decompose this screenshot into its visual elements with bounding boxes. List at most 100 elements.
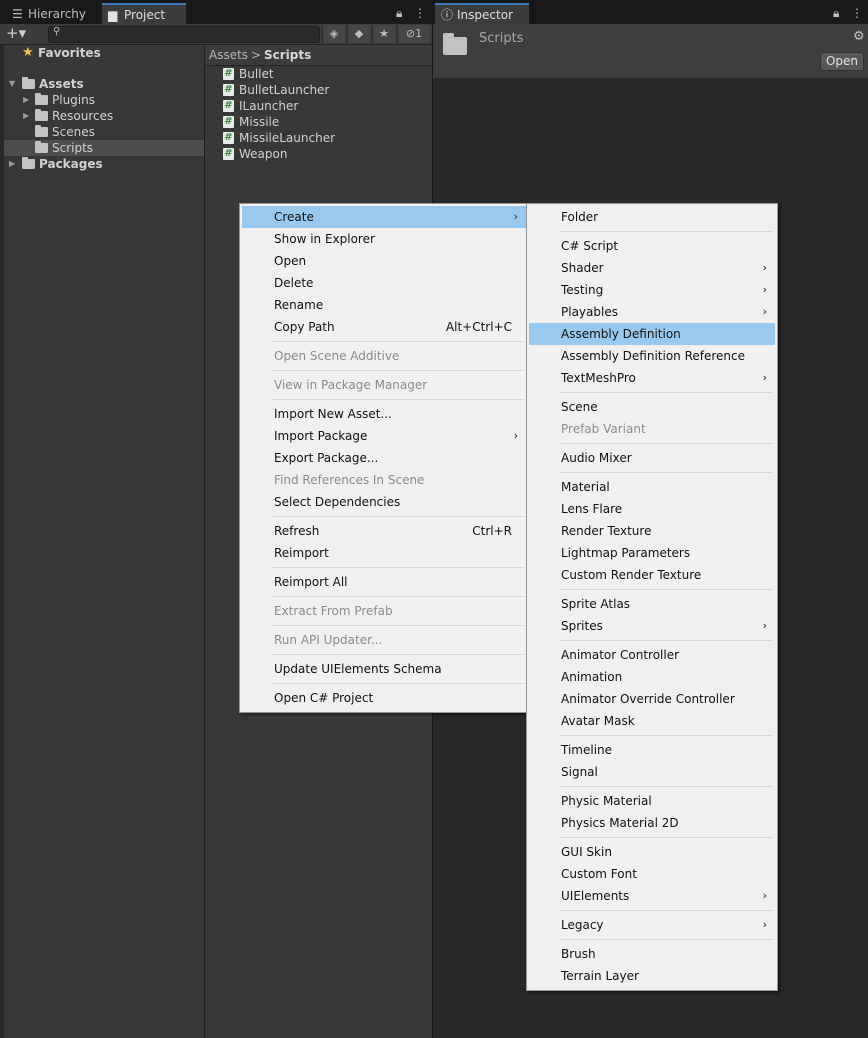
submenu-item-uielements[interactable]: UIElements › [529,885,775,907]
submenu-item-sprites[interactable]: Sprites › [529,615,775,637]
submenu-item-brush[interactable]: Brush [529,943,775,965]
menu-item-create[interactable]: Create › [242,206,526,228]
lock-icon[interactable]: 🔒︎ [833,6,839,21]
inspector-object-name: Scripts [479,31,524,46]
menu-item-run-api-updater: Run API Updater... [274,633,383,647]
menu-item-extract-from-prefab: Extract From Prefab [274,604,393,618]
menu-item-show-in-explorer[interactable]: Show in Explorer [242,228,526,250]
menu-item-open-csharp-project[interactable]: Open C# Project [242,687,526,709]
submenu-item-playables[interactable]: Playables › [529,301,775,323]
tree-item-scenes[interactable]: Scenes [4,124,204,140]
submenu-item-textmeshpro[interactable]: TextMeshPro › [529,367,775,389]
submenu-item-assembly-definition[interactable]: Assembly Definition [529,323,775,345]
search-by-type-icon[interactable]: ◈ [322,25,345,43]
submenu-item-assembly-definition-reference[interactable]: Assembly Definition Reference [529,345,775,367]
submenu-item-physics-material-2d[interactable]: Physics Material 2D [529,812,775,834]
submenu-item-animator-controller[interactable]: Animator Controller [529,644,775,666]
search-by-label-icon[interactable]: ◆ [347,25,370,43]
submenu-item-custom-render-texture[interactable]: Custom Render Texture [529,564,775,586]
search-icon: ⚲ [53,26,61,37]
list-icon: ☰ [12,7,23,21]
chevron-right-icon: › [762,261,767,274]
submenu-item-legacy[interactable]: Legacy › [529,914,775,936]
menu-separator [559,837,773,838]
menu-item-reimport[interactable]: Reimport [242,542,526,564]
tree-item-plugins[interactable]: ▶ Plugins [4,92,204,108]
breadcrumb-scripts[interactable]: Scripts [264,45,311,65]
menu-item-export-package[interactable]: Export Package... [242,447,526,469]
more-options-icon[interactable]: ⋮ [851,6,863,20]
collapsed-arrow-icon[interactable]: ▶ [23,92,31,108]
collapsed-arrow-icon[interactable]: ▶ [23,108,31,124]
submenu-item-avatar-mask[interactable]: Avatar Mask [529,710,775,732]
breadcrumb-assets[interactable]: Assets [209,45,248,65]
menu-item-update-uielements-schema[interactable]: Update UIElements Schema [242,658,526,680]
tree-item-scripts[interactable]: Scripts [4,140,204,156]
submenu-item-folder[interactable]: Folder [529,206,775,228]
menu-item-rename[interactable]: Rename [242,294,526,316]
menu-item-import-package[interactable]: Import Package › [242,425,526,447]
submenu-item-audio-mixer[interactable]: Audio Mixer [529,447,775,469]
submenu-item-render-texture[interactable]: Render Texture [529,520,775,542]
menu-separator [559,392,773,393]
gear-icon[interactable]: ⚙ [853,29,865,44]
tree-item-assets[interactable]: ▼ Assets [4,76,204,92]
tree-item-resources[interactable]: ▶ Resources [4,108,204,124]
folder-icon [22,77,35,89]
menu-item-open[interactable]: Open [242,250,526,272]
csharp-script-icon: # [223,132,234,144]
menu-separator [559,640,773,641]
submenu-item-timeline[interactable]: Timeline [529,739,775,761]
menu-separator [559,231,773,232]
hidden-packages-button[interactable]: ⊘1 [397,25,430,43]
menu-item-copy-path[interactable]: Copy Path Alt+Ctrl+C [242,316,526,338]
submenu-item-sprite-atlas[interactable]: Sprite Atlas [529,593,775,615]
submenu-item-csharp-script[interactable]: C# Script [529,235,775,257]
star-icon: ★ [22,45,34,60]
menu-separator [272,567,524,568]
submenu-item-gui-skin[interactable]: GUI Skin [529,841,775,863]
tab-hierarchy[interactable]: ☰ Hierarchy [6,4,104,24]
expanded-arrow-icon[interactable]: ▼ [9,76,17,92]
submenu-item-testing[interactable]: Testing › [529,279,775,301]
chevron-right-icon: › [762,371,767,384]
submenu-item-signal[interactable]: Signal [529,761,775,783]
menu-separator [559,735,773,736]
menu-item-delete[interactable]: Delete [242,272,526,294]
menu-separator [272,370,524,371]
submenu-item-shader[interactable]: Shader › [529,257,775,279]
chevron-right-icon: › [513,429,518,442]
open-button[interactable]: Open [820,52,864,71]
lock-icon[interactable]: 🔒︎ [396,6,402,21]
chevron-right-icon: › [513,210,518,223]
menu-item-refresh[interactable]: Refresh Ctrl+R [242,520,526,542]
submenu-item-custom-font[interactable]: Custom Font [529,863,775,885]
tree-item-packages[interactable]: ▶ Packages [4,156,204,172]
tab-project[interactable]: ▆ Project [102,3,186,25]
folder-icon [35,141,48,153]
submenu-item-lens-flare[interactable]: Lens Flare [529,498,775,520]
search-input[interactable]: ⚲ [48,26,320,43]
chevron-right-icon: › [762,918,767,931]
submenu-item-prefab-variant: Prefab Variant [561,422,646,436]
menu-item-select-dependencies[interactable]: Select Dependencies [242,491,526,513]
more-options-icon[interactable]: ⋮ [414,6,426,20]
submenu-item-lightmap-parameters[interactable]: Lightmap Parameters [529,542,775,564]
eye-slash-icon: ⊘ [405,27,416,40]
submenu-item-physic-material[interactable]: Physic Material [529,790,775,812]
submenu-item-material[interactable]: Material [529,476,775,498]
add-dropdown-button[interactable]: +▾ [6,25,36,42]
menu-item-reimport-all[interactable]: Reimport All [242,571,526,593]
collapsed-arrow-icon[interactable]: ▶ [9,156,17,172]
submenu-item-terrain-layer[interactable]: Terrain Layer [529,965,775,987]
menu-separator [272,654,524,655]
menu-separator [272,399,524,400]
favorites-star-icon[interactable]: ★ [372,25,395,43]
menu-separator [272,341,524,342]
tab-inspector[interactable]: ⓘ Inspector [435,3,529,25]
submenu-item-animator-override-controller[interactable]: Animator Override Controller [529,688,775,710]
menu-item-import-new-asset[interactable]: Import New Asset... [242,403,526,425]
submenu-item-scene[interactable]: Scene [529,396,775,418]
submenu-item-animation[interactable]: Animation [529,666,775,688]
tree-item-favorites[interactable]: ★ Favorites [4,45,204,61]
